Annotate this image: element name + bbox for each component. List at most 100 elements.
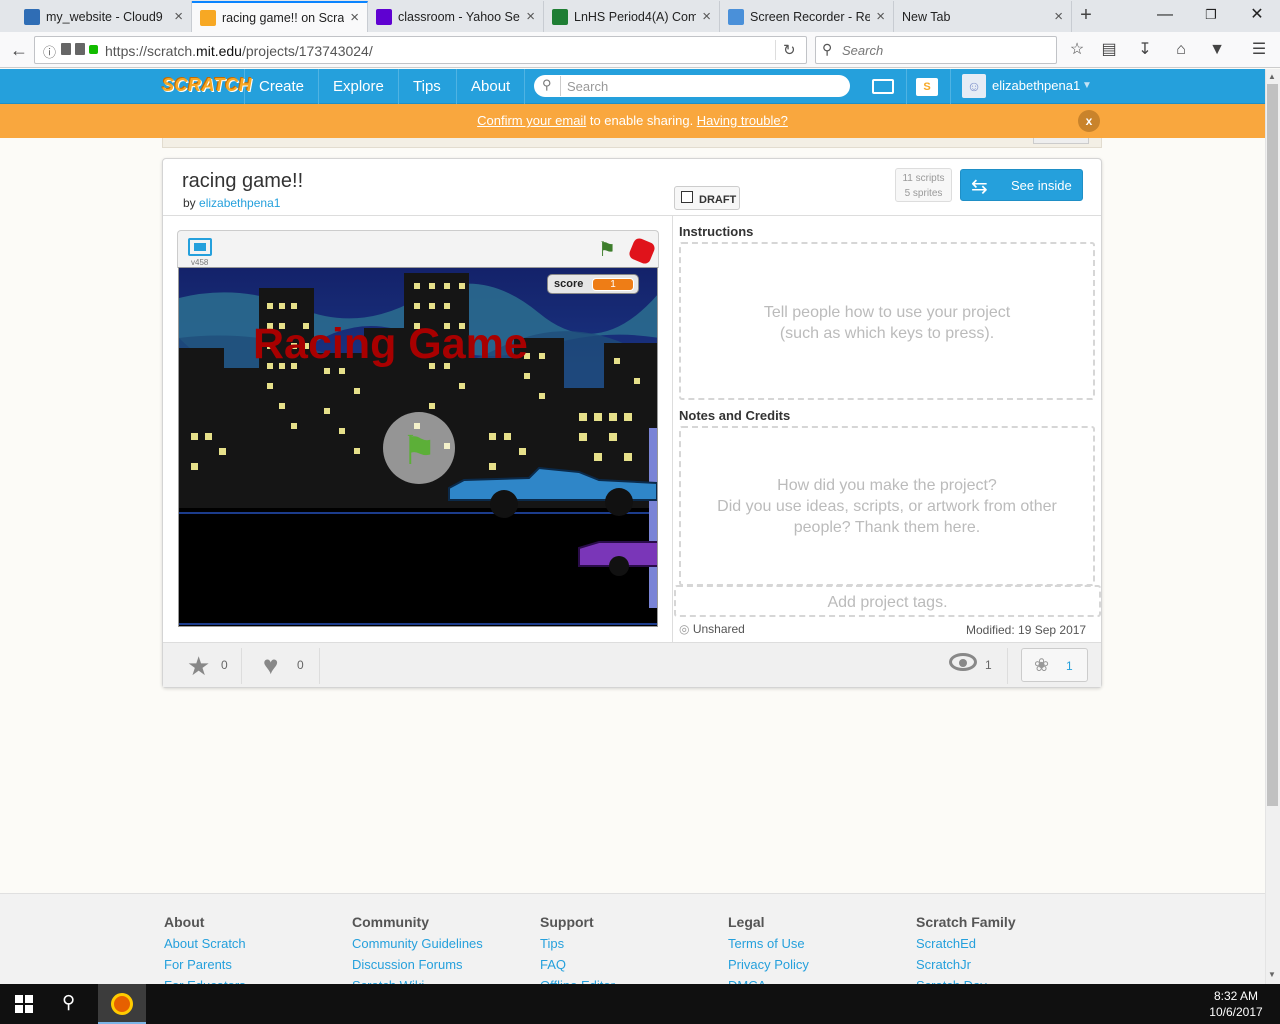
nav-tips[interactable]: Tips — [398, 69, 455, 104]
user-dropdown-icon[interactable]: ▼ — [1082, 80, 1092, 91]
email-bar-text: to enable sharing. — [586, 113, 697, 128]
restore-button[interactable]: ❐ — [1188, 0, 1234, 30]
download-icon[interactable]: ↧ — [1134, 40, 1156, 60]
nav-create[interactable]: Create — [244, 69, 318, 104]
footer-link[interactable]: Tips — [540, 936, 615, 951]
footer-link[interactable]: About Scratch — [164, 936, 246, 951]
site-footer: About About Scratch For Parents For Educ… — [0, 893, 1265, 993]
new-tab-button[interactable]: + — [1073, 4, 1099, 28]
tab-1[interactable]: my_website - Cloud9 × — [16, 1, 192, 32]
project-stats-bar: ★ 0 ♥ 0 1 ❀ 1 — [163, 642, 1101, 687]
url-text[interactable]: https://scratch.mit.edu/projects/1737430… — [105, 43, 373, 59]
lock-icon[interactable] — [89, 45, 98, 54]
bookmark-star-icon[interactable]: ☆ — [1066, 40, 1088, 60]
username[interactable]: elizabethpena1 — [992, 78, 1080, 93]
love-heart-icon[interactable]: ♥ — [263, 650, 278, 681]
share-status: ◎ Unshared — [679, 622, 745, 636]
tab-close-icon[interactable]: × — [526, 8, 535, 25]
messages-icon[interactable] — [872, 79, 894, 94]
taskbar-clock[interactable]: 8:32 AM 10/6/2017 — [1200, 988, 1272, 1020]
unshared-icon: ◎ — [679, 622, 690, 636]
info-icon[interactable]: ⓘ — [43, 42, 56, 61]
notes-textarea[interactable]: How did you make the project? Did you us… — [679, 426, 1095, 586]
player-controls: v458 ⚑ — [177, 230, 659, 268]
tab-label: my_website - Cloud9 — [46, 9, 163, 24]
instructions-placeholder-1: Tell people how to use your project — [763, 304, 1011, 321]
tab-label: racing game!! on Scra — [222, 10, 345, 25]
tab-4[interactable]: LnHS Period4(A) Com × — [544, 1, 720, 32]
library-icon[interactable]: ▤ — [1098, 40, 1120, 60]
windows-start-icon[interactable] — [15, 995, 33, 1013]
see-inside-icon: ⇆ — [971, 176, 988, 198]
remix-tree-icon: ❀ — [1034, 655, 1050, 675]
footer-link[interactable]: Terms of Use — [728, 936, 809, 951]
url-bar[interactable]: ⓘ https://scratch.mit.edu/projects/17374… — [34, 36, 807, 64]
tab-close-icon[interactable]: × — [350, 9, 359, 26]
tab-close-icon[interactable]: × — [876, 8, 885, 25]
footer-link[interactable]: Community Guidelines — [352, 936, 483, 951]
footer-link[interactable]: FAQ — [540, 957, 615, 972]
permissions-icon[interactable] — [61, 43, 71, 55]
scrollbar-thumb[interactable] — [1267, 84, 1278, 806]
panel-divider — [163, 215, 1101, 216]
footer-link[interactable]: ScratchEd — [916, 936, 1016, 951]
email-bar-close-button[interactable]: x — [1078, 110, 1100, 132]
window-close-button[interactable]: ✕ — [1234, 0, 1280, 30]
minimize-button[interactable]: — — [1142, 0, 1188, 30]
tags-input[interactable]: Add project tags. — [674, 585, 1101, 617]
instructions-textarea[interactable]: Tell people how to use your project (suc… — [679, 242, 1095, 400]
project-title[interactable]: racing game!! — [182, 170, 303, 193]
see-inside-button[interactable]: ⇆ See inside — [960, 169, 1083, 201]
nav-explore[interactable]: Explore — [318, 69, 398, 104]
tab-6[interactable]: New Tab × — [894, 1, 1072, 32]
cloud9-icon — [24, 8, 40, 25]
classroom-icon — [552, 8, 568, 25]
tab-close-icon[interactable]: × — [702, 8, 711, 25]
stop-icon[interactable] — [627, 236, 657, 266]
scroll-down-arrow-icon[interactable]: ▼ — [1268, 970, 1276, 979]
menu-icon[interactable]: ☰ — [1248, 40, 1270, 60]
favorites-count: 0 — [221, 658, 228, 672]
taskbar-search-icon[interactable]: ⚲ — [62, 992, 75, 1013]
green-flag-icon[interactable]: ⚑ — [598, 237, 616, 262]
draft-checkbox[interactable] — [681, 191, 693, 203]
sprites-count: 5 sprites — [904, 188, 943, 199]
footer-link[interactable]: ScratchJr — [916, 957, 1016, 972]
my-stuff-icon[interactable]: S — [916, 78, 938, 96]
tab-5[interactable]: Screen Recorder - Rec × — [720, 1, 894, 32]
firefox-taskbar-button[interactable] — [98, 984, 146, 1024]
scratch-logo[interactable]: SCRATCH — [162, 75, 252, 96]
author-link[interactable]: elizabethpena1 — [199, 196, 280, 210]
footer-link[interactable]: Privacy Policy — [728, 957, 809, 972]
having-trouble-link[interactable]: Having trouble? — [697, 113, 788, 128]
remix-button[interactable]: ❀ 1 — [1021, 648, 1088, 682]
favorite-star-icon[interactable]: ★ — [187, 651, 210, 682]
pocket-icon[interactable]: ▼ — [1206, 40, 1228, 60]
avatar[interactable]: ☺ — [962, 74, 986, 98]
tab-2[interactable]: racing game!! on Scra × — [192, 1, 368, 32]
nav-about[interactable]: About — [456, 69, 526, 104]
tab-close-icon[interactable]: × — [1054, 8, 1063, 25]
confirm-email-link[interactable]: Confirm your email — [477, 113, 586, 128]
back-arrow-icon[interactable]: ← — [8, 40, 30, 60]
footer-link[interactable]: For Parents — [164, 957, 246, 972]
draft-toggle[interactable]: DRAFT — [674, 186, 740, 210]
browser-search-input[interactable]: ⚲ Search — [815, 36, 1057, 64]
scroll-up-arrow-icon[interactable]: ▲ — [1268, 72, 1276, 81]
footer-link[interactable]: Discussion Forums — [352, 957, 483, 972]
reload-icon[interactable]: ↻ — [783, 41, 796, 59]
tab-close-icon[interactable]: × — [174, 8, 183, 25]
scratch-search-input[interactable]: ⚲ Search — [534, 75, 850, 97]
yahoo-icon — [376, 8, 392, 25]
fullscreen-icon[interactable] — [188, 238, 212, 256]
project-stage[interactable]: ⚑ Racing Game score 1 — [178, 267, 658, 627]
banner-button[interactable] — [1033, 138, 1089, 144]
browser-search-placeholder: Search — [842, 43, 884, 58]
footer-heading: About — [164, 914, 205, 930]
home-icon[interactable]: ⌂ — [1170, 40, 1192, 60]
draft-label: DRAFT — [699, 194, 737, 206]
tab-3[interactable]: classroom - Yahoo Se × — [368, 1, 544, 32]
stage-side-bar — [649, 428, 657, 608]
tags-placeholder: Add project tags. — [827, 594, 948, 611]
panel-vertical-divider — [672, 216, 673, 642]
